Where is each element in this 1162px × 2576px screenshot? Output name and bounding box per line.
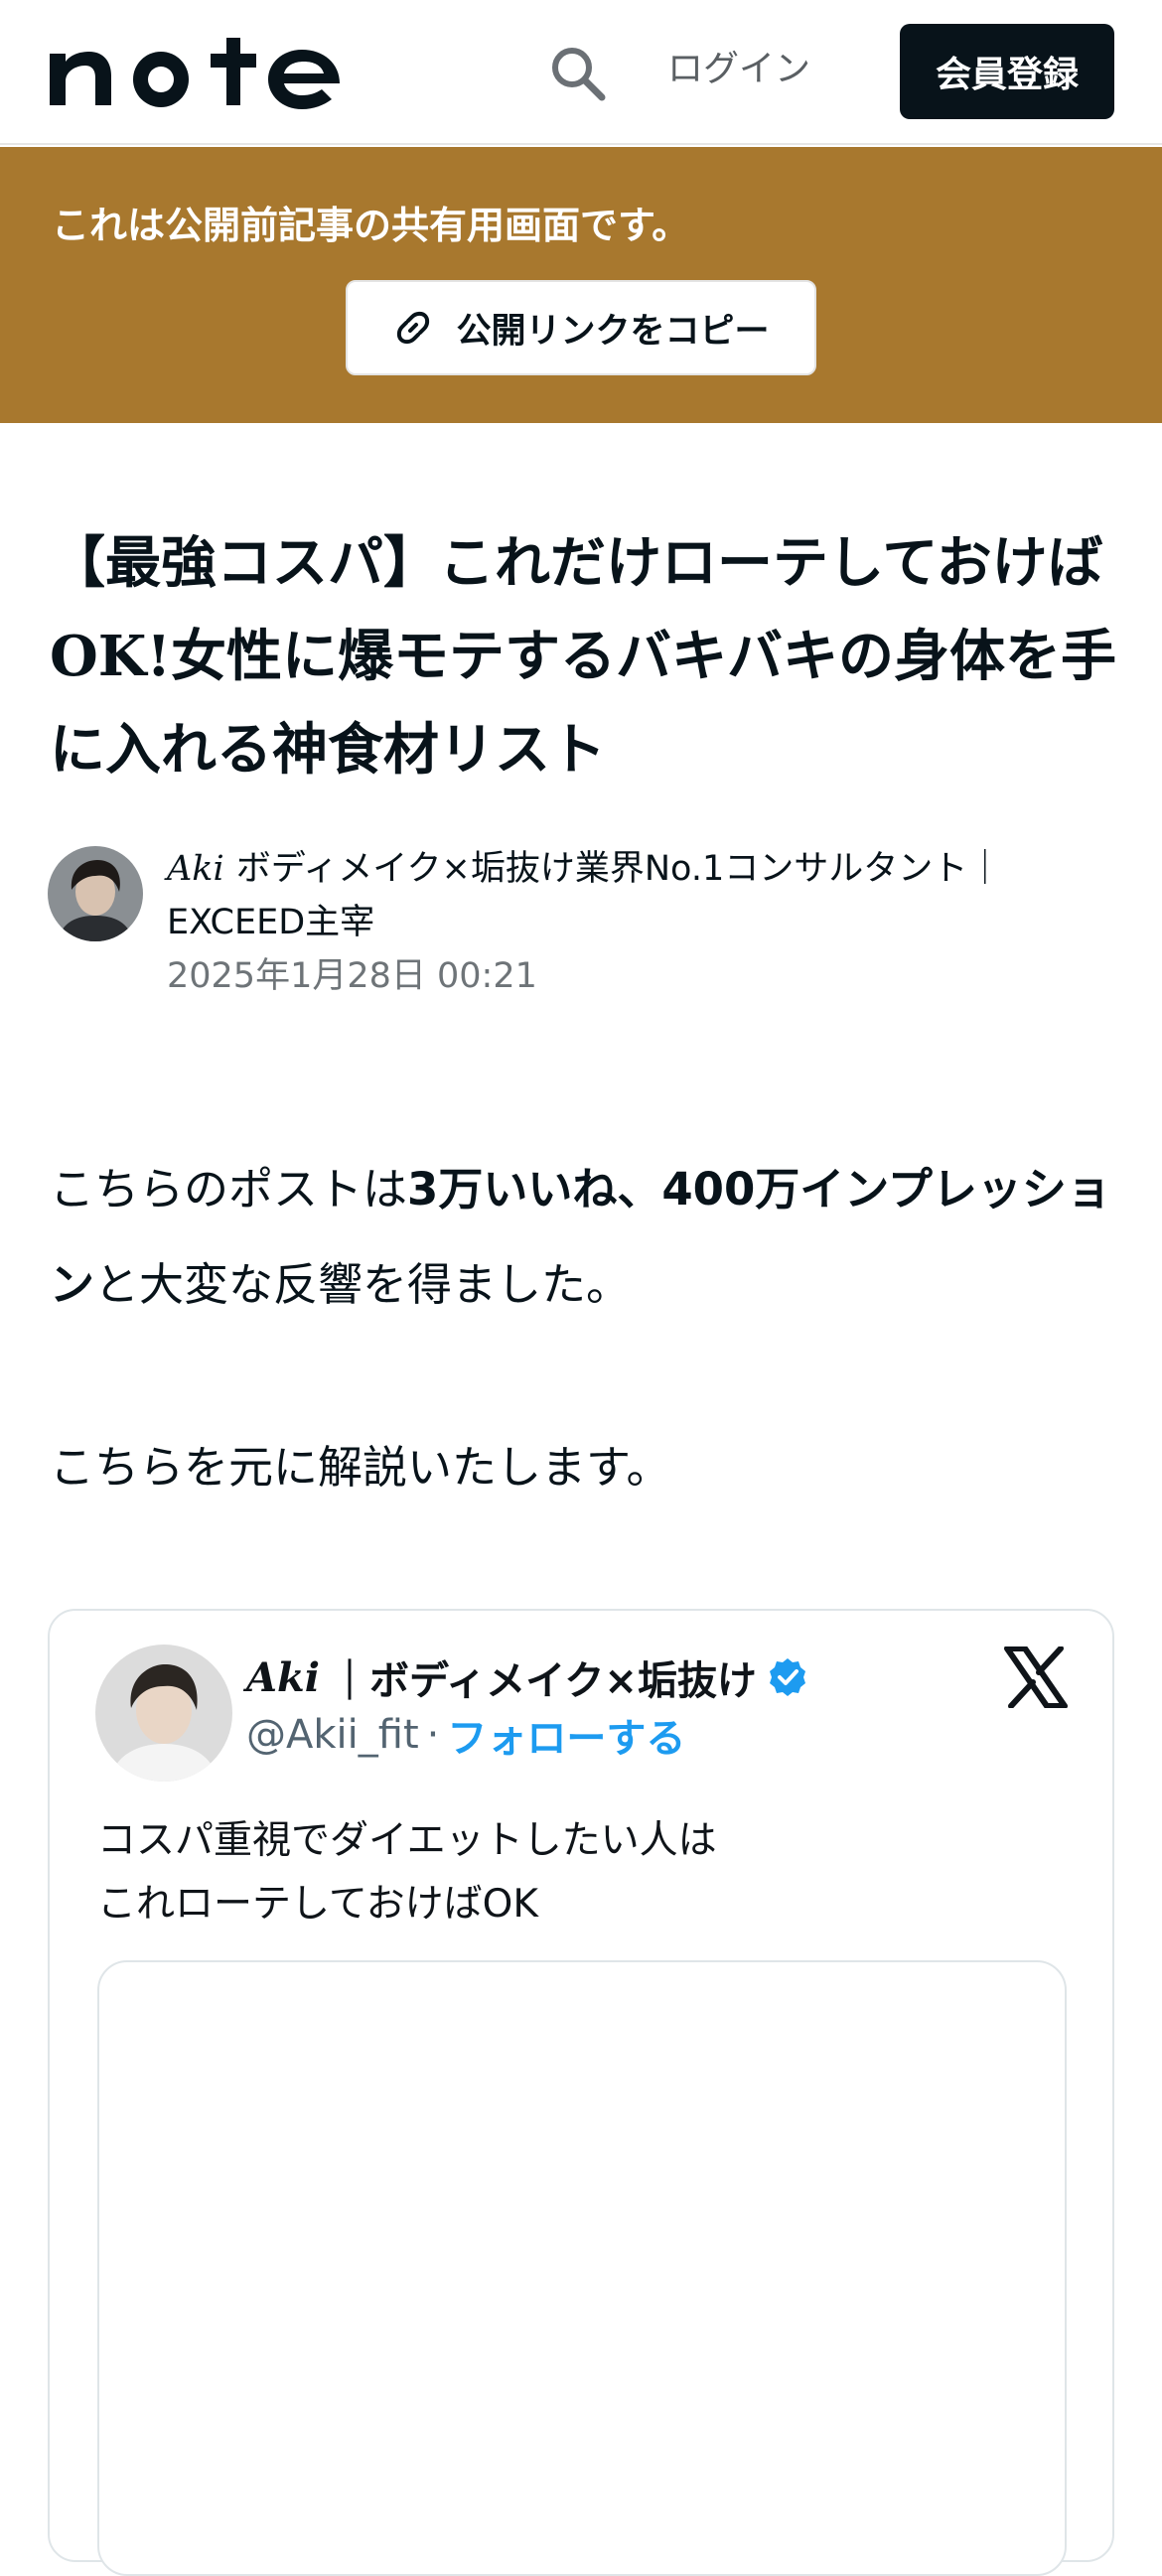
author-avatar[interactable] — [48, 846, 143, 941]
paragraph-text: と大変な反響を得ました。 — [94, 1258, 632, 1311]
search-button[interactable] — [542, 38, 612, 107]
x-logo-icon[interactable] — [1003, 1646, 1069, 1708]
body-paragraph: こちらを元に解説いたします。 — [50, 1441, 671, 1494]
post-author-title: ｜ボディメイク×垢抜け — [329, 1658, 757, 1704]
top-header: ログイン 会員登録 — [0, 0, 1162, 145]
separator-dot: · — [426, 1712, 440, 1758]
follow-link[interactable]: フォローする — [447, 1706, 685, 1764]
body-paragraph: こちらのポストは3万いいね、400万インプレッションと大変な反響を得ました。 — [50, 1142, 1122, 1333]
embedded-post-card[interactable]: Aki ｜ボディメイク×垢抜け @Akii_fit · フォローする コスパ重視で… — [48, 1609, 1114, 2576]
link-icon — [397, 311, 430, 345]
signup-button[interactable]: 会員登録 — [900, 24, 1114, 119]
post-text: コスパ重視でダイエットしたい人は これローテしておけばOK — [97, 1818, 717, 1927]
author-name[interactable]: Aki — [167, 849, 224, 889]
post-media[interactable] — [97, 1960, 1067, 2576]
post-handle[interactable]: @Akii_fit — [246, 1712, 419, 1758]
article-title: 【最強コスパ】これだけローテしておけばOK!女性に爆モテするバキバキの身体を手に… — [50, 530, 1117, 783]
paragraph-text: こちらのポストは — [50, 1163, 408, 1216]
note-logo[interactable] — [46, 32, 344, 111]
post-handle-row: @Akii_fit · フォローする — [246, 1706, 685, 1764]
banner-message: これは公開前記事の共有用画面です。 — [52, 204, 690, 247]
post-author-name-row[interactable]: Aki ｜ボディメイク×垢抜け — [246, 1648, 808, 1706]
publish-date: 2025年1月28日 00:21 — [167, 956, 537, 996]
verified-badge-icon — [769, 1658, 805, 1696]
login-link[interactable]: ログイン — [667, 40, 810, 99]
author-info: Aki ボディメイク×垢抜け業界No.1コンサルタント｜EXCEED主宰 2025… — [167, 842, 1120, 1003]
author-bio: ボディメイク×垢抜け業界No.1コンサルタント｜EXCEED主宰 — [167, 849, 1003, 942]
copy-link-label: 公開リンクをコピー — [456, 311, 770, 352]
post-author-avatar[interactable] — [95, 1645, 232, 1782]
search-icon — [552, 48, 606, 101]
post-author-name: Aki — [246, 1653, 320, 1701]
preview-banner: これは公開前記事の共有用画面です。 公開リンクをコピー — [0, 147, 1162, 423]
copy-public-link-button[interactable]: 公開リンクをコピー — [346, 280, 816, 375]
